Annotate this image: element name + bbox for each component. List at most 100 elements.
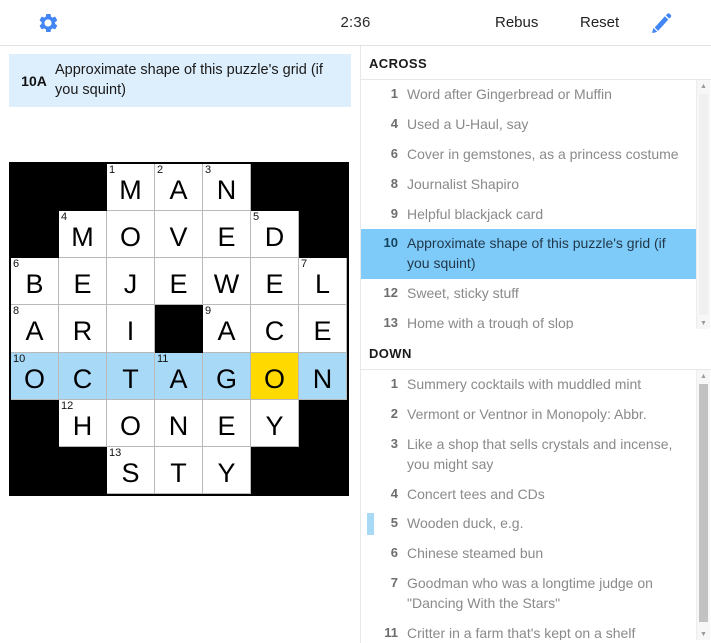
grid-cell[interactable]: T — [107, 352, 155, 400]
cell-letter: T — [170, 457, 187, 488]
clue-row[interactable]: 1 Word after Gingerbread or Muffin — [361, 80, 697, 110]
clue-row[interactable]: 9 Helpful blackjack card — [361, 200, 697, 230]
clue-text: Wooden duck, e.g. — [407, 515, 524, 532]
grid-cell[interactable]: I — [107, 305, 155, 353]
scroll-down-icon[interactable]: ▼ — [697, 628, 710, 640]
grid-cell[interactable]: 4M — [59, 211, 107, 259]
grid-cell[interactable]: T — [155, 446, 203, 494]
clue-text: Cover in gemstones, as a princess costum… — [407, 145, 679, 162]
cell-letter: N — [168, 410, 189, 441]
grid-cell[interactable]: 2A — [155, 164, 203, 212]
across-section: ACROSS 1 Word after Gingerbread or Muffin… — [361, 46, 711, 332]
grid-cell[interactable]: R — [59, 305, 107, 353]
cell-number: 1 — [109, 164, 116, 176]
clue-row[interactable]: 2 Vermont or Ventnor in Monopoly: Abbr. — [361, 400, 697, 430]
grid-cell[interactable]: Y — [203, 446, 251, 494]
grid-cell[interactable]: W — [203, 258, 251, 306]
grid-cell[interactable]: E — [155, 258, 203, 306]
scroll-up-icon[interactable]: ▲ — [697, 370, 710, 382]
crossword-grid[interactable]: 1 M 2 A 3 N 4 M O V E 5 D 6 B E J E W E 7 L 8 A R I 9 A C E 10 O C T 11 A G O… — [9, 162, 349, 496]
clue-row[interactable]: 1 Summery cocktails with muddled mint — [361, 370, 697, 400]
clue-row[interactable]: 4 Used a U-Haul, say — [361, 110, 697, 140]
grid-cell[interactable]: V — [155, 211, 203, 259]
clue-row[interactable]: 7 Goodman who was a longtime judge on "Da… — [361, 569, 697, 619]
clue-row[interactable]: 8 Journalist Shapiro — [361, 170, 697, 200]
grid-cell[interactable]: 9A — [203, 305, 251, 353]
grid-cell[interactable]: C — [251, 305, 299, 353]
grid-cell[interactable]: 8A — [11, 305, 59, 353]
grid-cell[interactable]: C — [59, 352, 107, 400]
cell-letter: A — [25, 316, 44, 347]
cell-letter: O — [23, 363, 45, 394]
scroll-down-icon[interactable]: ▼ — [697, 317, 710, 329]
grid-cell[interactable]: E — [299, 305, 347, 353]
grid-cell[interactable]: J — [107, 258, 155, 306]
grid-cell[interactable]: 7L — [299, 258, 347, 306]
grid-cell[interactable]: 13 S — [107, 446, 155, 494]
clue-number: 6 — [390, 145, 398, 161]
grid-cell[interactable]: 12 H — [59, 399, 107, 447]
cell-number: 8 — [13, 305, 20, 318]
grid-cell[interactable]: 11 A — [155, 352, 203, 400]
cell-letter: E — [217, 222, 236, 253]
across-scrollbar-thumb[interactable] — [699, 94, 708, 315]
across-scrollbar[interactable]: ▲ ▼ — [696, 80, 710, 329]
clue-row[interactable]: 3 Like a shop that sells crystals and inc… — [361, 430, 697, 480]
cell-letter: H — [72, 410, 93, 441]
crossword-grid-container[interactable]: 1 M 2 A 3 N 4 M O V E 5 D 6 B E J E W E 7 L 8 A R I 9 A C E 10 O C T 11 A G O… — [9, 162, 349, 496]
grid-cell[interactable]: 5D — [251, 211, 299, 259]
scroll-up-icon[interactable]: ▲ — [697, 80, 710, 92]
cell-number: 11 — [157, 352, 169, 365]
clue-row[interactable]: 4 Concert tees and CDs — [361, 480, 697, 510]
clue-number: 7 — [390, 575, 398, 591]
clue-row[interactable]: 10 Approximate shape of this puzzle's gri… — [361, 229, 697, 280]
rebus-button[interactable]: Rebus — [495, 14, 538, 31]
grid-cell[interactable]: O — [107, 399, 155, 447]
cell-letter: C — [72, 363, 93, 394]
down-heading: DOWN — [369, 346, 412, 361]
down-scrollbar-thumb[interactable] — [699, 384, 708, 622]
clue-number: 1 — [390, 376, 398, 391]
main-content: 10A Approximate shape of this puzzle's g… — [0, 46, 711, 643]
puzzle-pane: 10A Approximate shape of this puzzle's g… — [0, 46, 360, 643]
grid-cell[interactable]: 10 O — [11, 352, 59, 400]
grid-block-cell — [11, 164, 59, 212]
grid-cell[interactable]: 6B — [11, 258, 59, 306]
grid-block-cell — [299, 211, 347, 259]
clue-number: 11 — [384, 624, 398, 640]
grid-cell[interactable]: E — [59, 258, 107, 306]
grid-block-cell — [299, 164, 347, 212]
clue-row[interactable]: 13 Home with a trough of slop — [361, 309, 697, 329]
reset-button[interactable]: Reset — [580, 14, 619, 31]
grid-cell[interactable]: N — [299, 352, 347, 400]
clue-row[interactable]: 12 Sweet, sticky stuff — [361, 279, 697, 309]
grid-cell[interactable]: 1M — [107, 164, 155, 212]
clue-row[interactable]: 6 Cover in gemstones, as a princess costu… — [361, 140, 697, 170]
grid-cell[interactable]: E — [251, 258, 299, 306]
clue-number: 6 — [390, 545, 398, 561]
pencil-icon[interactable] — [648, 10, 674, 36]
grid-block-cell — [11, 399, 59, 447]
current-clue-bar[interactable]: 10A Approximate shape of this puzzle's g… — [9, 54, 351, 107]
clue-row[interactable]: 11 Critter in a farm that's kept on a she… — [361, 619, 697, 640]
clue-row[interactable]: 5 Wooden duck, e.g. — [361, 509, 697, 539]
grid-cell[interactable]: N — [155, 399, 203, 447]
down-clue-list[interactable]: 1 Summery cocktails with muddled mint 2 Ver… — [361, 370, 697, 640]
grid-cell[interactable]: O — [107, 211, 155, 259]
across-clue-list[interactable]: 1 Word after Gingerbread or Muffin 4 Used a… — [361, 80, 697, 329]
clue-number: 8 — [390, 175, 398, 191]
cell-letter: O — [119, 222, 141, 253]
cell-letter: E — [265, 269, 284, 300]
cell-letter: W — [213, 269, 240, 300]
grid-cell[interactable]: G — [203, 352, 251, 400]
grid-cell[interactable]: E — [203, 399, 251, 447]
clue-text: Helpful blackjack card — [407, 205, 544, 222]
clue-row[interactable]: 6 Chinese steamed bun — [361, 539, 697, 569]
grid-cell[interactable]: 3N — [203, 164, 251, 212]
down-scrollbar[interactable]: ▲ ▼ — [696, 370, 710, 640]
grid-block-cell — [11, 446, 59, 494]
clue-number: 10 — [383, 235, 398, 251]
grid-cell[interactable]: E — [203, 211, 251, 259]
grid-cell[interactable]: Y — [251, 399, 299, 447]
grid-cell[interactable]: O — [251, 352, 299, 400]
